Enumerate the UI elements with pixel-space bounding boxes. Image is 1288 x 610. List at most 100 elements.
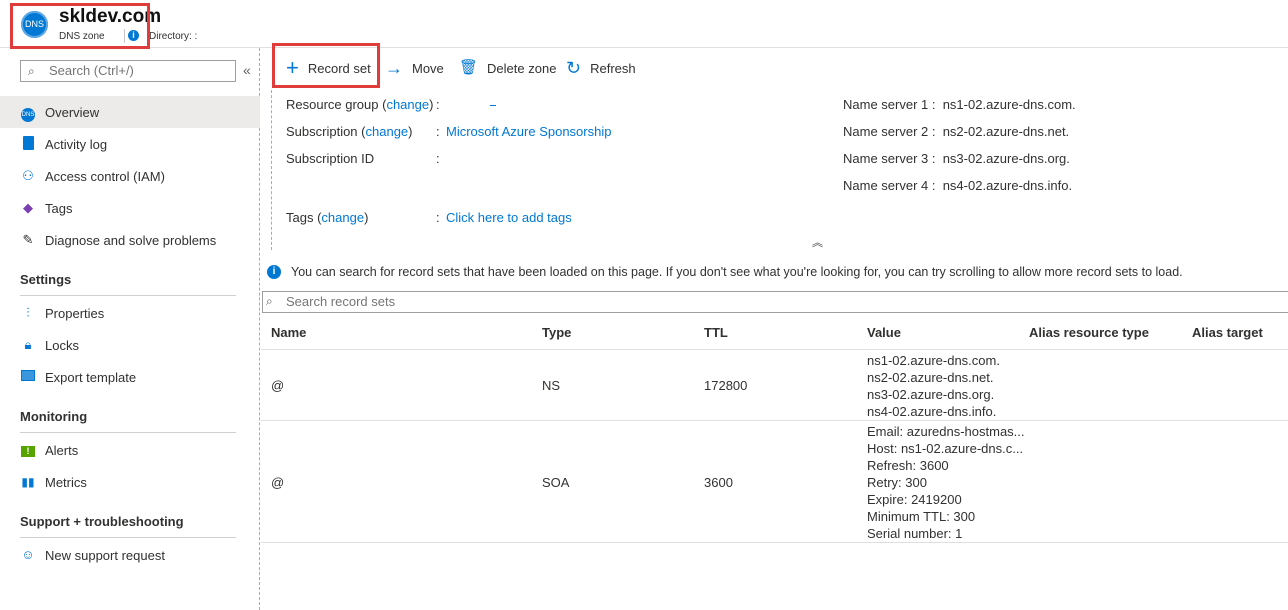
table-header: Name Type TTL Value Alias resource type … <box>261 318 1288 350</box>
tags-change-link[interactable]: change <box>321 210 364 225</box>
table-row[interactable]: @ SOA 3600 Email: azuredns-hostmas... Ho… <box>261 421 1288 543</box>
subscription-change-link[interactable]: change <box>366 124 409 139</box>
sidebar-search-input[interactable] <box>49 63 229 78</box>
page-header: DNS skldev.com DNS zone i Directory: : <box>0 0 1288 48</box>
record-set-search[interactable]: ⌕ <box>262 291 1288 313</box>
value-line: Host: ns1-02.azure-dns.c... <box>867 441 1024 456</box>
cell-name: @ <box>271 475 285 490</box>
column-header-value[interactable]: Value <box>867 325 901 340</box>
add-tags-link[interactable]: Click here to add tags <box>446 210 572 225</box>
subscription-label: Subscription <box>286 124 358 139</box>
value-line: ns3-02.azure-dns.org. <box>867 387 995 402</box>
value-line: ns1-02.azure-dns.com. <box>867 353 1000 368</box>
sidebar-item-alerts[interactable]: ! Alerts <box>0 434 260 466</box>
refresh-button[interactable]: ↻ Refresh <box>566 57 636 79</box>
column-header-ttl[interactable]: TTL <box>704 325 728 340</box>
cell-value: ns1-02.azure-dns.com. ns2-02.azure-dns.n… <box>867 352 1000 420</box>
column-header-name[interactable]: Name <box>271 325 306 340</box>
support-icon: ☺ <box>21 547 35 562</box>
lock-icon: 🔒︎ <box>24 337 32 352</box>
sidebar-item-overview[interactable]: DNS Overview <box>0 96 260 128</box>
sidebar-item-label: Locks <box>45 338 79 353</box>
name-server-label: Name server 4 <box>843 178 929 193</box>
resource-group-value-link[interactable] <box>490 105 496 106</box>
cell-value: Email: azuredns-hostmas... Host: ns1-02.… <box>867 423 1025 542</box>
sidebar-item-diagnose[interactable]: ✎ Diagnose and solve problems <box>0 224 260 256</box>
subscription-value-link[interactable]: Microsoft Azure Sponsorship <box>446 124 611 139</box>
name-server-row: Name server 1 : ns1-02.azure-dns.com. <box>843 97 1076 112</box>
name-server-row: Name server 2 : ns2-02.azure-dns.net. <box>843 124 1070 139</box>
move-label: Move <box>412 60 444 76</box>
tags-row: Tags (change) <box>286 210 369 225</box>
value-line: Expire: 2419200 <box>867 492 962 507</box>
info-message-text: You can search for record sets that have… <box>291 265 1183 279</box>
value-line: Serial number: 1 <box>867 526 963 541</box>
delete-zone-label: Delete zone <box>487 60 557 76</box>
move-button[interactable]: → Move <box>385 57 444 79</box>
dns-icon: DNS <box>20 104 36 122</box>
collapse-essentials-icon[interactable]: ︽ <box>812 234 823 250</box>
value-line: Minimum TTL: 300 <box>867 509 976 524</box>
sidebar-item-locks[interactable]: 🔒︎ Locks <box>0 329 260 361</box>
sidebar-item-label: Diagnose and solve problems <box>45 233 217 248</box>
record-set-search-input[interactable] <box>286 294 686 309</box>
sidebar-item-tags[interactable]: ◆ Tags <box>0 192 260 224</box>
sidebar-search[interactable]: ⌕ <box>20 60 236 82</box>
people-icon: ⚇ <box>22 168 34 183</box>
section-monitoring: Monitoring <box>20 409 88 424</box>
name-server-value: ns2-02.azure-dns.net. <box>942 124 1070 139</box>
sidebar-item-label: Properties <box>45 306 105 321</box>
divider <box>20 432 236 433</box>
essentials-panel <box>271 90 1288 250</box>
column-header-alias-resource-type[interactable]: Alias resource type <box>1029 325 1149 340</box>
sidebar-item-metrics[interactable]: ▮▮ Metrics <box>0 466 260 498</box>
properties-icon: ⫶ <box>26 305 30 320</box>
cell-name: @ <box>271 378 285 393</box>
divider <box>20 295 236 296</box>
cell-ttl: 3600 <box>704 475 733 490</box>
alert-icon: ! <box>20 442 36 458</box>
table-row[interactable]: @ NS 172800 ns1-02.azure-dns.com. ns2-02… <box>261 350 1288 421</box>
arrow-right-icon: → <box>385 58 403 78</box>
colon: : <box>436 151 440 166</box>
name-server-value: ns3-02.azure-dns.org. <box>942 151 1070 166</box>
subscription-id-label: Subscription ID <box>286 151 375 166</box>
wrench-icon: ✎ <box>22 232 34 247</box>
tag-icon: ◆ <box>23 200 33 215</box>
sidebar-item-label: Alerts <box>45 443 79 458</box>
section-support: Support + troubleshooting <box>20 514 184 529</box>
search-icon: ⌕ <box>266 294 273 308</box>
colon: : <box>436 210 440 225</box>
tags-label: Tags <box>286 210 314 225</box>
sidebar-item-access-control[interactable]: ⚇ Access control (IAM) <box>0 160 260 192</box>
name-server-label: Name server 1 <box>843 97 929 112</box>
cell-type: NS <box>542 378 561 393</box>
divider <box>20 537 236 538</box>
sidebar: ⌕ « DNS Overview Activity log ⚇ Access c… <box>0 48 260 610</box>
name-server-label: Name server 3 <box>843 151 929 166</box>
collapse-sidebar-icon[interactable]: « <box>243 62 251 78</box>
sidebar-item-label: New support request <box>45 548 165 563</box>
info-icon: i <box>267 265 281 279</box>
sidebar-item-properties[interactable]: ⫶ Properties <box>0 297 260 329</box>
column-header-type[interactable]: Type <box>542 325 571 340</box>
colon: : <box>436 124 440 139</box>
value-line: Refresh: 3600 <box>867 458 949 473</box>
sidebar-item-activity-log[interactable]: Activity log <box>0 128 260 160</box>
value-line: ns4-02.azure-dns.info. <box>867 404 997 419</box>
subscription-row: Subscription (change) <box>286 124 413 139</box>
sidebar-item-label: Overview <box>45 105 100 120</box>
resource-group-change-link[interactable]: change <box>386 97 429 112</box>
column-header-alias-target[interactable]: Alias target <box>1192 325 1263 340</box>
delete-zone-button[interactable]: 🗑︎ Delete zone <box>459 57 556 79</box>
info-message-bar: i You can search for record sets that ha… <box>261 260 1288 284</box>
value-line: ns2-02.azure-dns.net. <box>867 370 994 385</box>
export-template-icon <box>20 369 36 385</box>
sidebar-item-export-template[interactable]: Export template <box>0 361 260 393</box>
sidebar-item-label: Activity log <box>45 137 108 152</box>
name-server-value: ns4-02.azure-dns.info. <box>942 178 1073 193</box>
trash-icon: 🗑︎ <box>459 59 479 76</box>
sidebar-item-new-support-request[interactable]: ☺ New support request <box>0 539 260 571</box>
metrics-icon: ▮▮ <box>21 475 35 489</box>
resource-group-row: Resource group (change) <box>286 97 434 112</box>
